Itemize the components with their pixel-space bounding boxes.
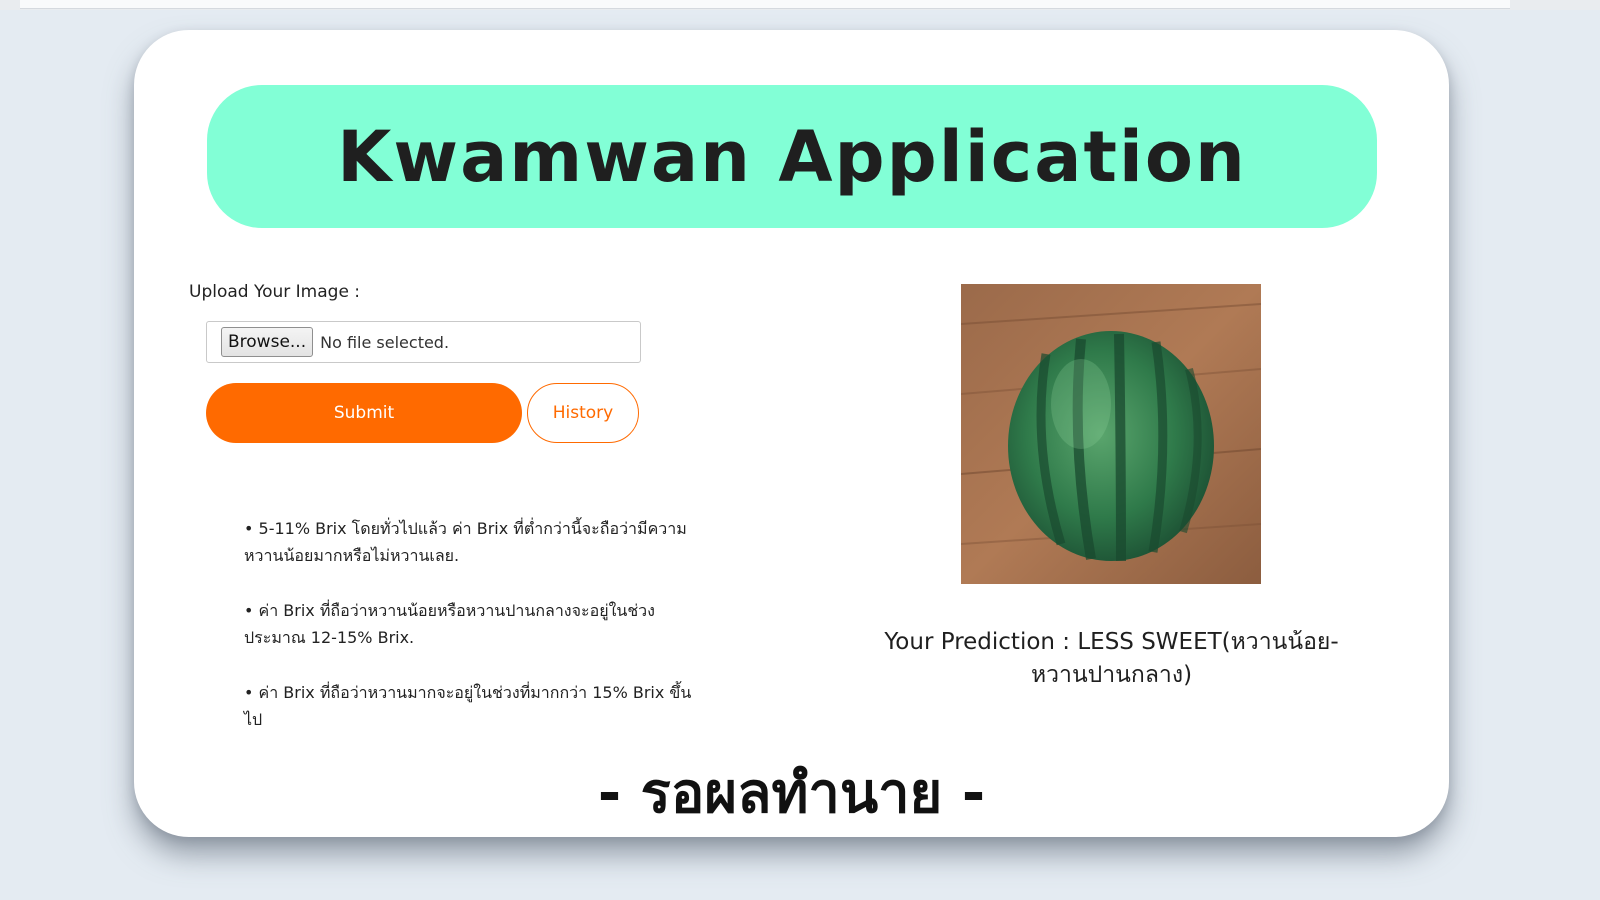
prediction-result: Your Prediction : LESS SWEET(หวานน้อย-หว… [884, 629, 1339, 688]
app-card: Kwamwan Application Upload Your Image : … [134, 30, 1449, 837]
list-item: • ค่า Brix ที่ถือว่าหวานน้อยหรือหวานปานก… [244, 601, 655, 647]
submit-button[interactable]: Submit [206, 383, 522, 443]
list-item: • ค่า Brix ที่ถือว่าหวานมากจะอยู่ในช่วงท… [244, 683, 692, 729]
waiting-status: - รอผลทำนาย - [597, 761, 986, 826]
file-input[interactable]: Browse... No file selected. [206, 321, 641, 363]
watermelon-photo [961, 284, 1261, 584]
brix-info-list: • 5-11% Brix โดยทั่วไปแล้ว ค่า Brix ที่ต… [244, 515, 694, 761]
browser-address-area [20, 0, 1510, 9]
history-button[interactable]: History [527, 383, 639, 443]
upload-label: Upload Your Image : [189, 282, 361, 302]
browser-top-bar [0, 0, 1600, 10]
app-header: Kwamwan Application [207, 85, 1377, 228]
list-item: • 5-11% Brix โดยทั่วไปแล้ว ค่า Brix ที่ต… [244, 519, 687, 565]
file-status: No file selected. [320, 332, 450, 352]
browse-button[interactable]: Browse... [221, 327, 314, 357]
app-title: Kwamwan Application [337, 115, 1247, 198]
watermelon-image [961, 284, 1261, 584]
